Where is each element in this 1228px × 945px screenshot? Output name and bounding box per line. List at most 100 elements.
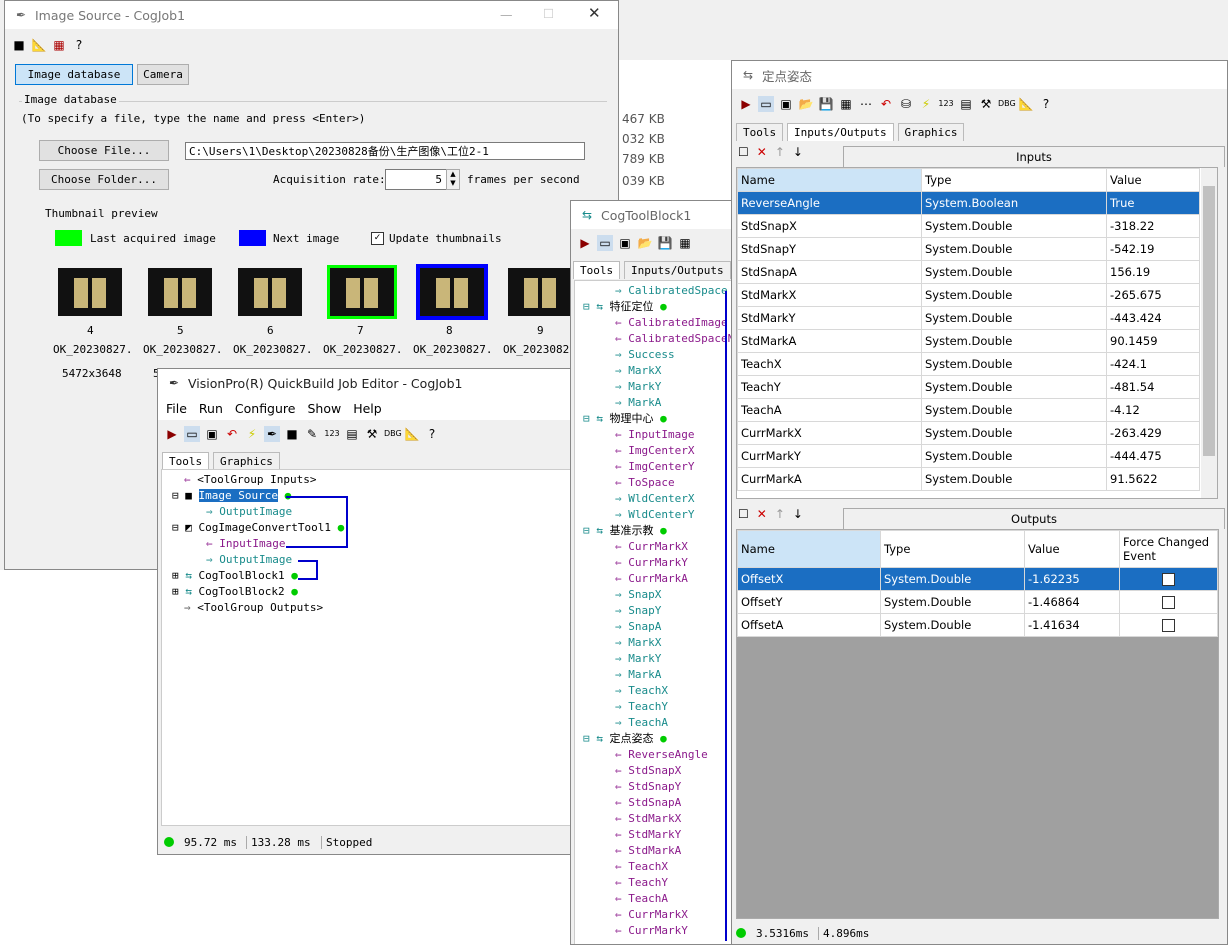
tree-terminal[interactable]: ⇒ MarkY — [615, 651, 661, 667]
tree-terminal[interactable]: ⇐ CurrMarkA — [615, 571, 688, 587]
cell-type[interactable]: System.Double — [921, 444, 1107, 468]
save-icon[interactable]: 💾 — [657, 235, 673, 251]
tab-tools[interactable]: Tools — [736, 123, 784, 141]
tree-group[interactable]: ⊟ ⇆ 物理中心 ● — [583, 411, 667, 427]
col-value[interactable]: Value — [1024, 530, 1120, 568]
debug-icon[interactable]: DBG — [998, 96, 1016, 112]
table-icon[interactable]: ▤ — [344, 426, 360, 442]
force-changed-checkbox[interactable] — [1162, 619, 1175, 632]
collapse-icon[interactable]: ⊟ — [172, 521, 179, 534]
move-down-icon[interactable]: ↓ — [793, 145, 803, 159]
tools-icon[interactable]: ⚒ — [978, 96, 994, 112]
tree-terminal[interactable]: ⇒ MarkA — [615, 667, 661, 683]
numeric-icon[interactable]: 123 — [938, 96, 954, 112]
tree-terminal[interactable]: ⇐ ImgCenterX — [615, 443, 694, 459]
maximize-button[interactable]: ☐ — [543, 6, 554, 21]
tree-toolblock2[interactable]: ⊞ ⇆ CogToolBlock2 ● — [172, 584, 298, 600]
table-row[interactable]: TeachX System.Double -424.1 — [737, 352, 1200, 376]
cell-value[interactable]: True — [1106, 191, 1200, 215]
thumbnail-image[interactable] — [238, 268, 302, 316]
tree-terminal[interactable]: ⇐ StdSnapY — [615, 779, 681, 795]
tree-terminal[interactable]: ⇐ ToSpace — [615, 475, 675, 491]
add-icon[interactable]: ☐ — [738, 507, 749, 521]
cell-type[interactable]: System.Boolean — [921, 191, 1107, 215]
cell-name[interactable]: ReverseAngle — [737, 191, 922, 215]
help-icon[interactable]: ? — [1038, 96, 1054, 112]
tree-terminal[interactable]: ⇒ MarkA — [615, 395, 661, 411]
delete-icon[interactable]: ✕ — [757, 507, 767, 521]
save-icon[interactable]: 💾 — [818, 96, 834, 112]
tool-icon[interactable]: ▣ — [204, 426, 220, 442]
tree-image-source[interactable]: ⊟ ■ Image Source ● — [172, 488, 291, 504]
tree-terminal[interactable]: ⇒ WldCenterX — [615, 491, 694, 507]
cell-value[interactable]: -542.19 — [1106, 237, 1200, 261]
cell-name[interactable]: StdMarkX — [737, 283, 922, 307]
ruler-icon[interactable]: 📐 — [1018, 96, 1034, 112]
tab-tools[interactable]: Tools — [573, 261, 621, 279]
tree-terminal[interactable]: ⇒ WldCenterY — [615, 507, 694, 523]
force-changed-checkbox[interactable] — [1162, 596, 1175, 609]
cell-type[interactable]: System.Double — [880, 613, 1025, 637]
cell-name[interactable]: StdSnapA — [737, 260, 922, 284]
tree-terminal[interactable]: ⇐ StdSnapX — [615, 763, 681, 779]
cell-value[interactable]: -443.424 — [1106, 306, 1200, 330]
cell-value[interactable]: 156.19 — [1106, 260, 1200, 284]
cell-force-changed[interactable] — [1119, 613, 1218, 637]
tab-inputs-outputs[interactable]: Inputs/Outputs — [786, 123, 894, 141]
move-up-icon[interactable]: ↑ — [775, 507, 785, 521]
cell-name[interactable]: StdMarkY — [737, 306, 922, 330]
force-changed-checkbox[interactable] — [1162, 573, 1175, 586]
tree-terminal[interactable]: ⇒ TeachY — [615, 699, 668, 715]
tree-terminal[interactable]: ⇐ StdMarkA — [615, 843, 681, 859]
grid-icon[interactable]: ▦ — [51, 37, 67, 53]
delete-icon[interactable]: ✕ — [757, 145, 767, 159]
lightning-icon[interactable]: ⚡ — [918, 96, 934, 112]
thumbnail-image[interactable] — [327, 265, 397, 319]
tab-image-database[interactable]: Image database — [15, 64, 133, 85]
help-icon[interactable]: ? — [424, 426, 440, 442]
tree-output-image[interactable]: ⇒ OutputImage — [206, 504, 292, 520]
table-row[interactable]: StdMarkA System.Double 90.1459 — [737, 329, 1200, 353]
tree-terminal[interactable]: ⇒ MarkX — [615, 363, 661, 379]
cell-value[interactable]: -265.675 — [1106, 283, 1200, 307]
tree-group[interactable]: ⊟ ⇆ 特征定位 ● — [583, 299, 667, 315]
close-button[interactable]: ✕ — [588, 4, 601, 22]
cell-value[interactable]: 90.1459 — [1106, 329, 1200, 353]
cell-type[interactable]: System.Double — [921, 421, 1107, 445]
cell-name[interactable]: TeachA — [737, 398, 922, 422]
cell-value[interactable]: 91.5622 — [1106, 467, 1200, 491]
tree-terminal[interactable]: ⇐ CalibratedImage — [615, 315, 728, 331]
scroll-thumb[interactable] — [1203, 186, 1215, 456]
tree-terminal[interactable]: ⇐ TeachX — [615, 859, 668, 875]
tree-terminal[interactable]: ⇐ StdMarkX — [615, 811, 681, 827]
table-row[interactable]: TeachA System.Double -4.12 — [737, 398, 1200, 422]
table-row[interactable]: OffsetA System.Double -1.41634 — [737, 613, 1218, 637]
cell-name[interactable]: StdMarkA — [737, 329, 922, 353]
col-force-changed[interactable]: Force Changed Event — [1119, 530, 1218, 568]
cell-name[interactable]: StdSnapY — [737, 237, 922, 261]
cell-type[interactable]: System.Double — [921, 237, 1107, 261]
cell-type[interactable]: System.Double — [921, 306, 1107, 330]
col-name[interactable]: Name — [737, 168, 922, 192]
tree-terminal[interactable]: ⇒ MarkX — [615, 635, 661, 651]
cell-name[interactable]: OffsetA — [737, 613, 881, 637]
tree-terminal[interactable]: ⇐ InputImage — [615, 427, 694, 443]
table-row[interactable]: StdSnapY System.Double -542.19 — [737, 237, 1200, 261]
choose-file-button[interactable]: Choose File... — [39, 140, 169, 161]
help-icon[interactable]: ? — [71, 37, 87, 53]
cell-name[interactable]: OffsetY — [737, 590, 881, 614]
lightning-icon[interactable]: ⚡ — [244, 426, 260, 442]
cell-value[interactable]: -481.54 — [1106, 375, 1200, 399]
inputs-scrollbar[interactable] — [1201, 168, 1217, 498]
run-continuous-icon[interactable]: ▭ — [758, 96, 774, 112]
run-continuous-icon[interactable]: ▭ — [597, 235, 613, 251]
cell-name[interactable]: OffsetX — [737, 567, 881, 591]
tree-terminal[interactable]: ⇒ CalibratedSpace — [615, 283, 728, 299]
edit-icon[interactable]: ✎ — [304, 426, 320, 442]
table-row[interactable]: OffsetX System.Double -1.62235 — [737, 567, 1218, 591]
table-row[interactable]: OffsetY System.Double -1.46864 — [737, 590, 1218, 614]
cell-name[interactable]: StdSnapX — [737, 214, 922, 238]
cell-name[interactable]: CurrMarkX — [737, 421, 922, 445]
table-row[interactable]: StdMarkX System.Double -265.675 — [737, 283, 1200, 307]
tree-terminal[interactable]: ⇐ CalibratedSpaceN — [615, 331, 734, 347]
